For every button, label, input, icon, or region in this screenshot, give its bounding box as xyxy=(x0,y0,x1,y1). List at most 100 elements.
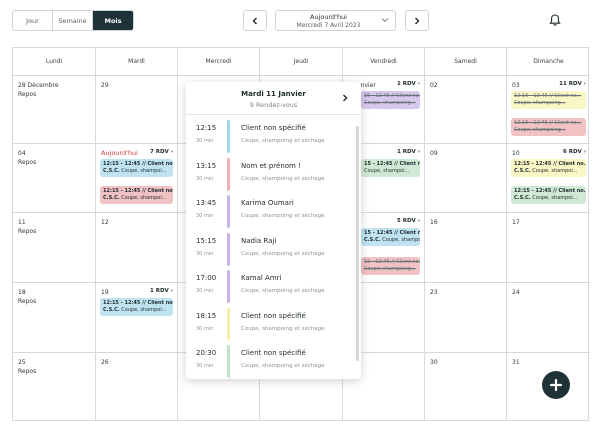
event-card[interactable]: 12:15 - 12:45 // Client no... C.S.C. Cou… xyxy=(100,298,173,316)
event-card[interactable]: 12:15 - 12:45 // Client no... C.S.C. Cou… xyxy=(100,186,173,204)
appointment-duration: 30 min xyxy=(196,325,214,332)
event-card[interactable]: 15 - 12:45 // Client no... Coupe, shampo… xyxy=(361,159,420,177)
event-card[interactable]: 12:15 - 12:45 // Client no... C.S.C. Cou… xyxy=(511,159,586,177)
appointment-duration: 30 min xyxy=(196,213,214,219)
day-number: 25 xyxy=(18,359,26,366)
day-cell[interactable]: 23 xyxy=(425,283,507,353)
chevron-right-icon[interactable] xyxy=(341,94,349,102)
event-service: Coupe, shampoing... xyxy=(364,266,416,272)
popup-header: Mardi 11 Janvier 9 Rendez-vous xyxy=(186,82,361,115)
event-card[interactable]: 15 - 12:45 // Client no... Coupe, shampo… xyxy=(361,257,420,275)
event-card[interactable]: 12:15 - 12:45 // Client no... Coupe, sha… xyxy=(511,118,586,136)
appointment-time: 20:30 xyxy=(196,349,217,357)
appointment-row[interactable]: 17:00 30 min Kamal Amri Coupe, shampoing et… xyxy=(186,268,361,305)
day-number: 18 xyxy=(18,289,26,296)
rdv-count[interactable]: 11 RDV › xyxy=(559,81,586,87)
appointment-duration: 30 min xyxy=(196,175,214,182)
repos-label: Repos xyxy=(18,91,37,98)
day-cell[interactable]: 03 11 RDV › 12:15 - 12:45 // Client no..… xyxy=(507,76,590,144)
chevron-down-icon xyxy=(381,18,389,23)
event-service: Coupe, shampoing... xyxy=(364,100,416,106)
day-cell-today[interactable]: Aujourd'hui 7 RDV › 12:15 - 12:45 // Cli… xyxy=(96,144,178,213)
event-service-code: C.S.C. xyxy=(103,168,120,174)
event-card[interactable]: 15 - 12:45 // Client no... Coupe, shampo… xyxy=(361,91,420,109)
event-card[interactable]: 12:15 - 12:45 // Client no... C.S.C. Cou… xyxy=(100,159,173,177)
day-number: 17 xyxy=(512,219,520,226)
appointment-row[interactable]: 15:15 30 min Nadia Raji Coupe, shampoing et… xyxy=(186,231,361,268)
event-card[interactable]: 12:15 - 12:45 // Client no... C.S.C. Cou… xyxy=(511,186,586,204)
rdv-count-label: 5 RDV xyxy=(397,218,416,224)
appointment-service: Coupe, shampoing et séchage xyxy=(241,325,325,332)
appointment-time: 13:45 xyxy=(196,199,217,207)
today-label: Aujourd'hui xyxy=(310,13,347,21)
rdv-count[interactable]: 5 RDV › xyxy=(397,218,420,224)
repos-label: Repos xyxy=(18,159,37,166)
appointment-row[interactable]: 20:30 30 min Client non spécifié Coupe, sha… xyxy=(186,343,361,379)
rdv-count[interactable]: 1 RDV › xyxy=(150,288,173,294)
rdv-count[interactable]: 7 RDV › xyxy=(150,149,173,155)
day-number: 16 xyxy=(430,219,438,226)
day-cell[interactable]: 18 Repos xyxy=(13,283,96,353)
rdv-count-label: 6 RDV xyxy=(563,149,582,155)
day-cell[interactable]: 11 Repos xyxy=(13,213,96,283)
day-number: 30 xyxy=(430,359,438,366)
day-cell[interactable]: 30 xyxy=(425,353,507,420)
day-cell[interactable]: 19 1 RDV › 12:15 - 12:45 // Client no...… xyxy=(96,283,178,353)
event-service: Coupe, shampoi... xyxy=(121,195,167,201)
repos-label: Repos xyxy=(18,368,37,375)
appointment-color-bar xyxy=(227,270,230,303)
day-cell[interactable]: 29 xyxy=(96,76,178,144)
event-time: 15 - 12:45 // Client no... xyxy=(364,93,420,99)
event-service-code: C.S.C. xyxy=(514,195,531,201)
event-service: Coupe, shampoi... xyxy=(121,168,167,174)
day-cell[interactable]: 25 Repos xyxy=(13,353,96,420)
day-cell[interactable]: 12 xyxy=(96,213,178,283)
popup-scrollbar[interactable] xyxy=(356,126,359,361)
event-card[interactable]: 15 - 12:45 // Client no... C.S.C. Coupe,… xyxy=(361,228,420,246)
day-number: 10 xyxy=(512,150,520,157)
event-time: 12:15 - 12:45 // Client no... xyxy=(103,300,173,306)
appointment-service: Coupe, shampoing et séchage xyxy=(241,213,325,219)
event-time: 12:15 - 12:45 // Client no... xyxy=(103,188,173,194)
top-bar: Jour Semaine Mois Aujourd'hui Mercredi 7… xyxy=(0,0,602,44)
previous-button[interactable] xyxy=(243,10,267,31)
plus-icon xyxy=(549,378,563,392)
appointment-color-bar xyxy=(227,345,230,378)
rdv-count-label: 7 RDV xyxy=(150,149,169,155)
day-cell[interactable]: 28 Décembre Repos xyxy=(13,76,96,144)
day-cell[interactable]: 16 xyxy=(425,213,507,283)
rdv-count[interactable]: 6 RDV › xyxy=(563,149,586,155)
rdv-count[interactable]: 1 RDV › xyxy=(397,81,420,87)
date-picker[interactable]: Aujourd'hui Mercredi 7 Avril 2023 xyxy=(275,10,396,31)
view-week-button[interactable]: Semaine xyxy=(53,11,93,30)
next-button[interactable] xyxy=(405,10,429,31)
rdv-count[interactable]: 1 RDV › xyxy=(397,149,420,155)
event-card[interactable]: 12:15 - 12:45 // Client no... Coupe, sha… xyxy=(511,91,586,109)
day-cell[interactable]: 09 xyxy=(425,144,507,213)
appointment-duration: 30 min xyxy=(196,138,214,144)
add-appointment-button[interactable] xyxy=(542,371,570,399)
appointment-row[interactable]: 13:45 30 min Karima Oumari Coupe, shampoing… xyxy=(186,193,361,230)
day-cell[interactable]: 02 xyxy=(425,76,507,144)
day-cell[interactable]: 10 6 RDV › 12:15 - 12:45 // Client no...… xyxy=(507,144,590,213)
view-month-button[interactable]: Mois xyxy=(93,11,133,30)
appointment-row[interactable]: 13:15 30 min Nom et prénom ! Coupe, shampoi… xyxy=(186,156,361,193)
appointment-client: Nom et prénom ! xyxy=(241,161,301,170)
view-day-button[interactable]: Jour xyxy=(13,11,53,30)
appointment-row[interactable]: 18:15 30 min Client non spécifié Coupe, sha… xyxy=(186,306,361,343)
appointment-row[interactable]: 12:15 30 min Client non spécifié Coupe, sha… xyxy=(186,118,361,155)
appointment-client: Client non spécifié xyxy=(241,349,306,357)
event-time: 12:15 - 12:45 // Client no... xyxy=(514,161,586,167)
day-cell[interactable]: 17 xyxy=(507,213,590,283)
chevron-left-icon xyxy=(252,17,257,24)
appointment-time: 13:15 xyxy=(196,161,217,170)
appointment-client: Kamal Amri xyxy=(241,274,282,282)
day-cell[interactable]: 24 xyxy=(507,283,590,353)
bell-icon[interactable] xyxy=(548,13,562,27)
day-cell[interactable]: 26 xyxy=(96,353,178,420)
chevron-right-icon xyxy=(415,17,420,24)
day-cell[interactable]: 04 Repos xyxy=(13,144,96,213)
current-date: Mercredi 7 Avril 2023 xyxy=(296,22,361,29)
event-time: 15 - 12:45 // Client no... xyxy=(364,259,420,265)
appointment-time: 12:15 xyxy=(196,124,217,132)
